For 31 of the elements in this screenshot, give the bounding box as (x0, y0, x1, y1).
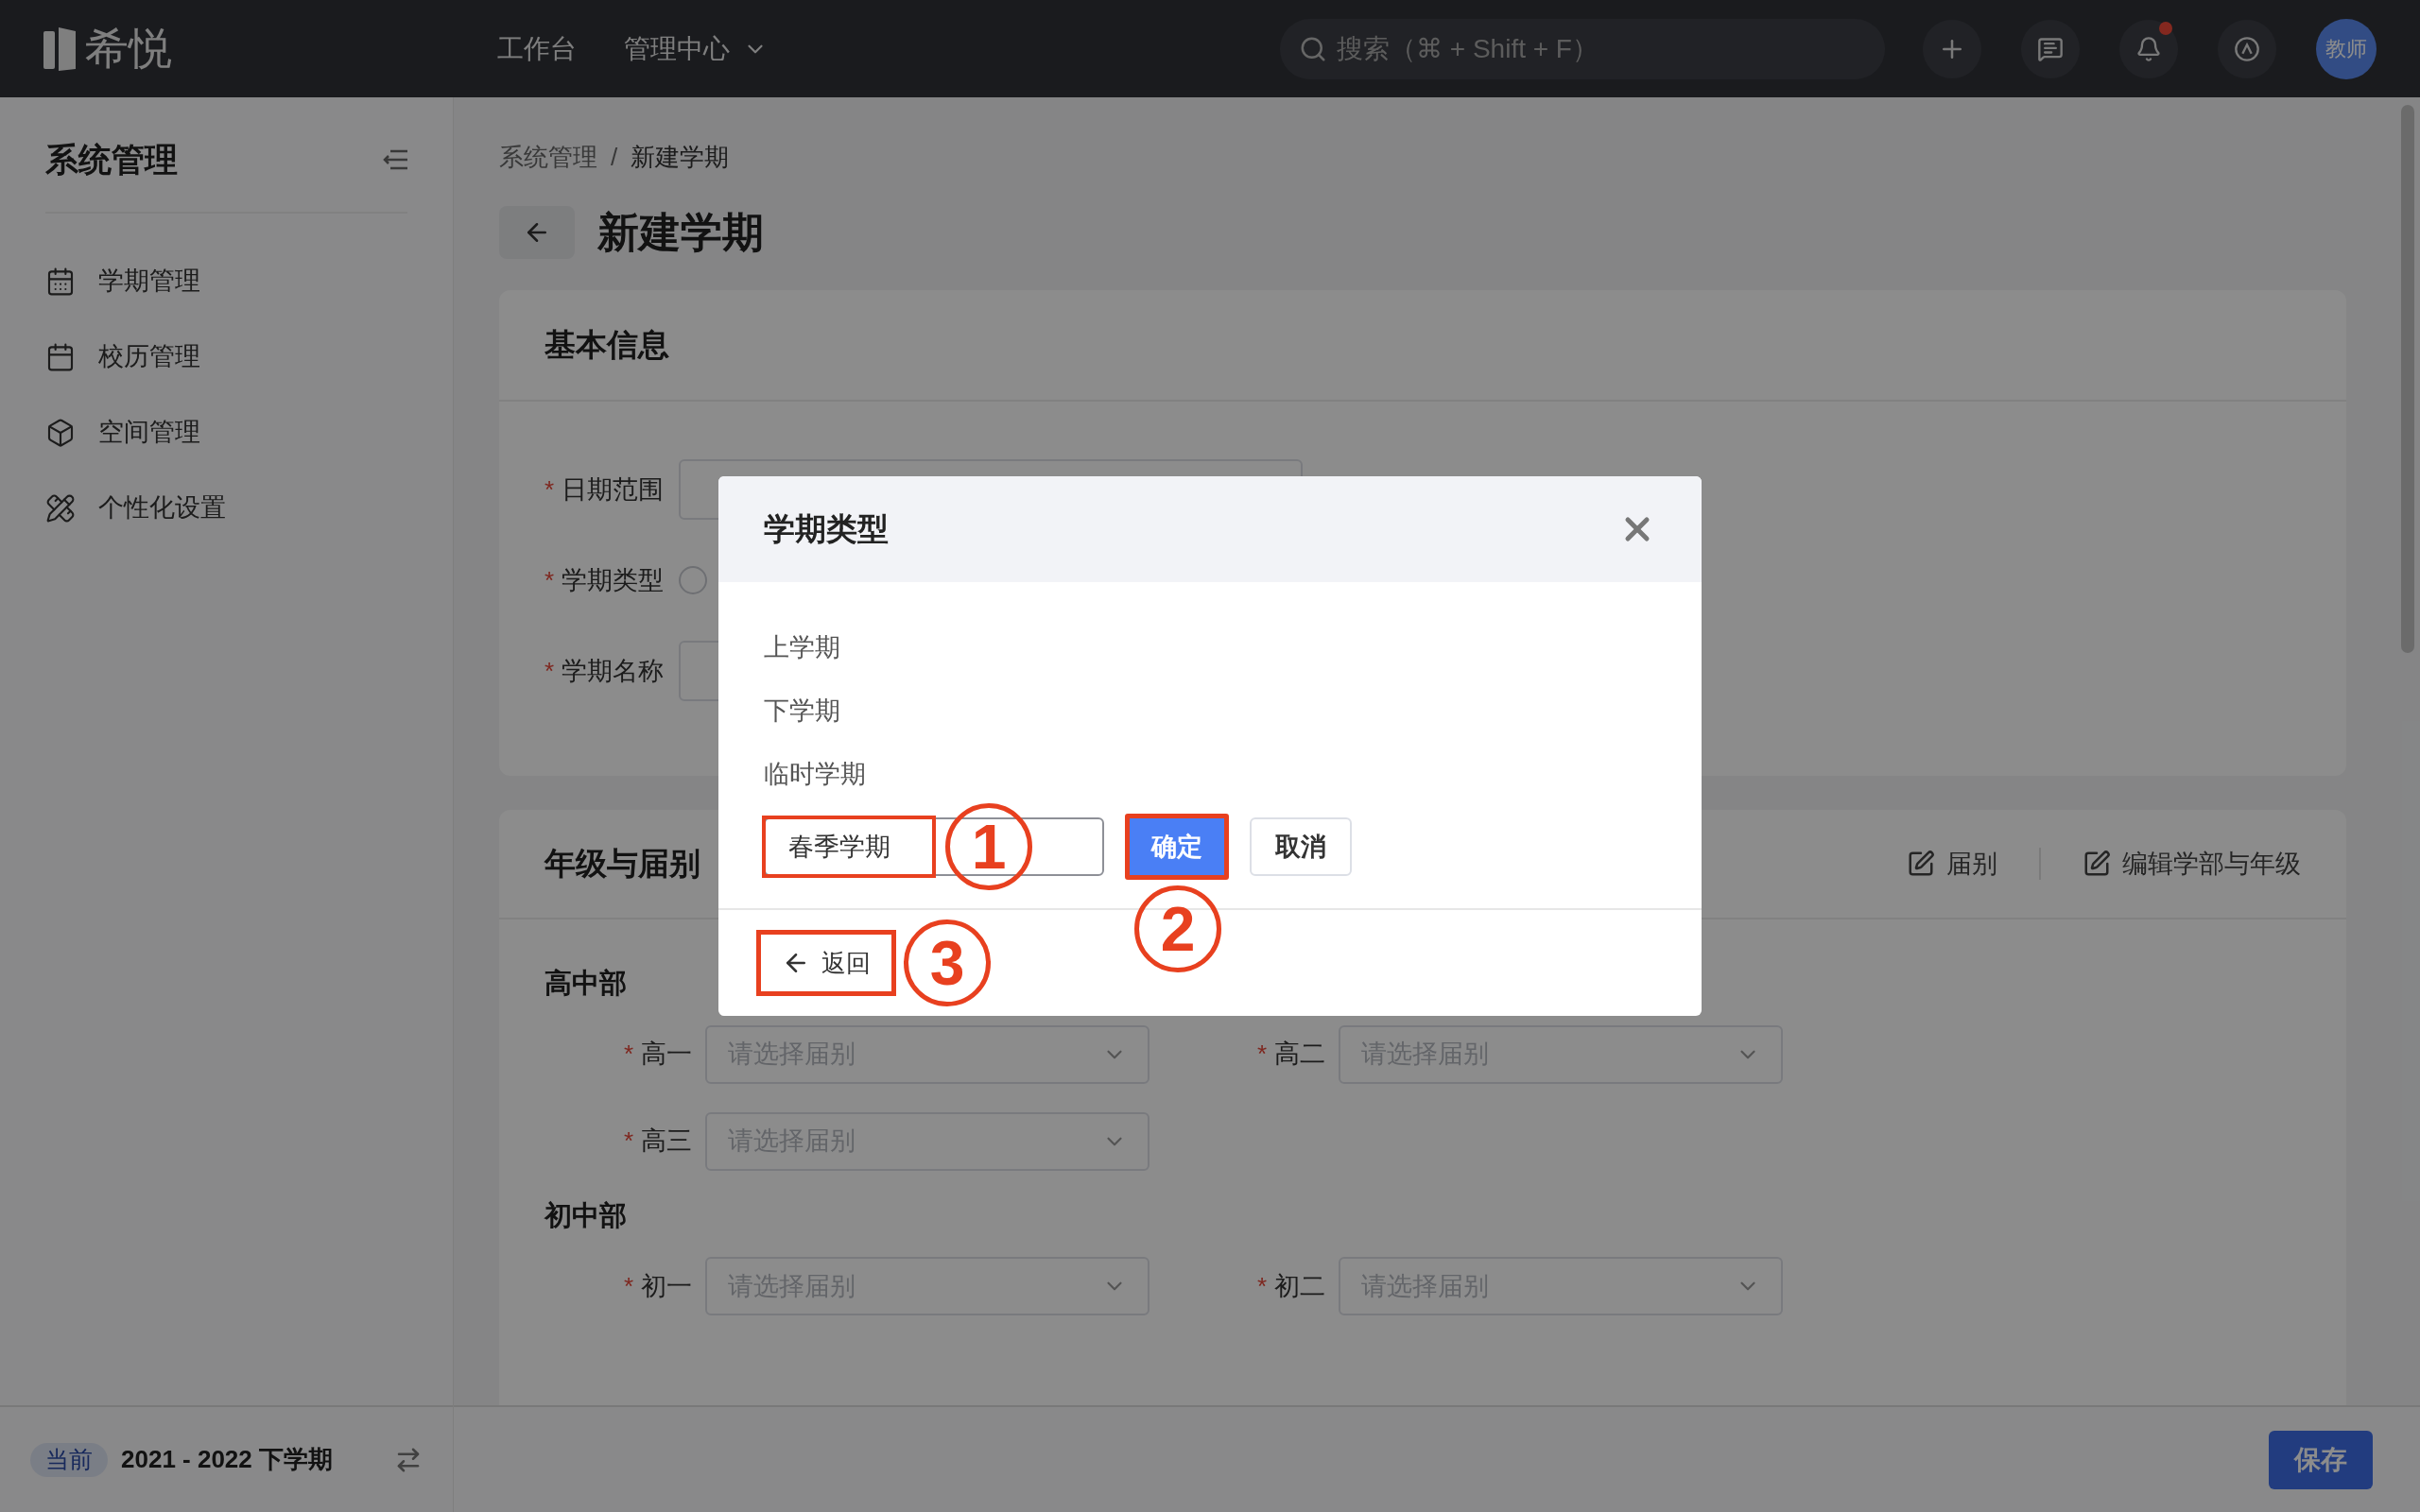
card-title: 年级与届别 (544, 845, 700, 884)
required-mark: * (623, 1270, 633, 1302)
required-mark: * (1256, 1270, 1267, 1302)
field-label: 高二 (1274, 1039, 1325, 1071)
required-mark: * (544, 564, 555, 596)
field-label: 初一 (641, 1270, 692, 1302)
step-number: 3 (904, 919, 991, 1006)
current-term: 2021 - 2022 下学期 (121, 1444, 333, 1475)
card-title: 基本信息 (544, 326, 669, 365)
required-mark: * (544, 473, 555, 506)
required-mark: * (544, 655, 555, 687)
field-label: 高三 (641, 1125, 692, 1158)
page-title: 新建学期 (597, 208, 764, 257)
division-title: 初中部 (544, 1198, 627, 1232)
current-badge: 当前 (30, 1442, 108, 1477)
breadcrumb-current: 新建学期 (631, 142, 730, 173)
required-mark: * (1256, 1039, 1267, 1070)
field-label: 日期范围 (562, 473, 665, 506)
field-label: 学期名称 (562, 655, 665, 687)
sidebar-title: 系统管理 (45, 140, 178, 180)
field-label: 学期类型 (562, 564, 665, 596)
required-mark: * (623, 1039, 633, 1070)
breadcrumb-separator: / (611, 142, 618, 173)
field-label: 高一 (641, 1039, 692, 1071)
required-mark: * (623, 1125, 633, 1157)
dialog-title: 学期类型 (764, 510, 889, 549)
step-number: 2 (1134, 885, 1221, 972)
field-label: 初二 (1274, 1270, 1325, 1302)
logo-text: 希悦 (85, 23, 172, 75)
step-number: 1 (945, 803, 1032, 890)
division-title: 高中部 (544, 967, 627, 1000)
